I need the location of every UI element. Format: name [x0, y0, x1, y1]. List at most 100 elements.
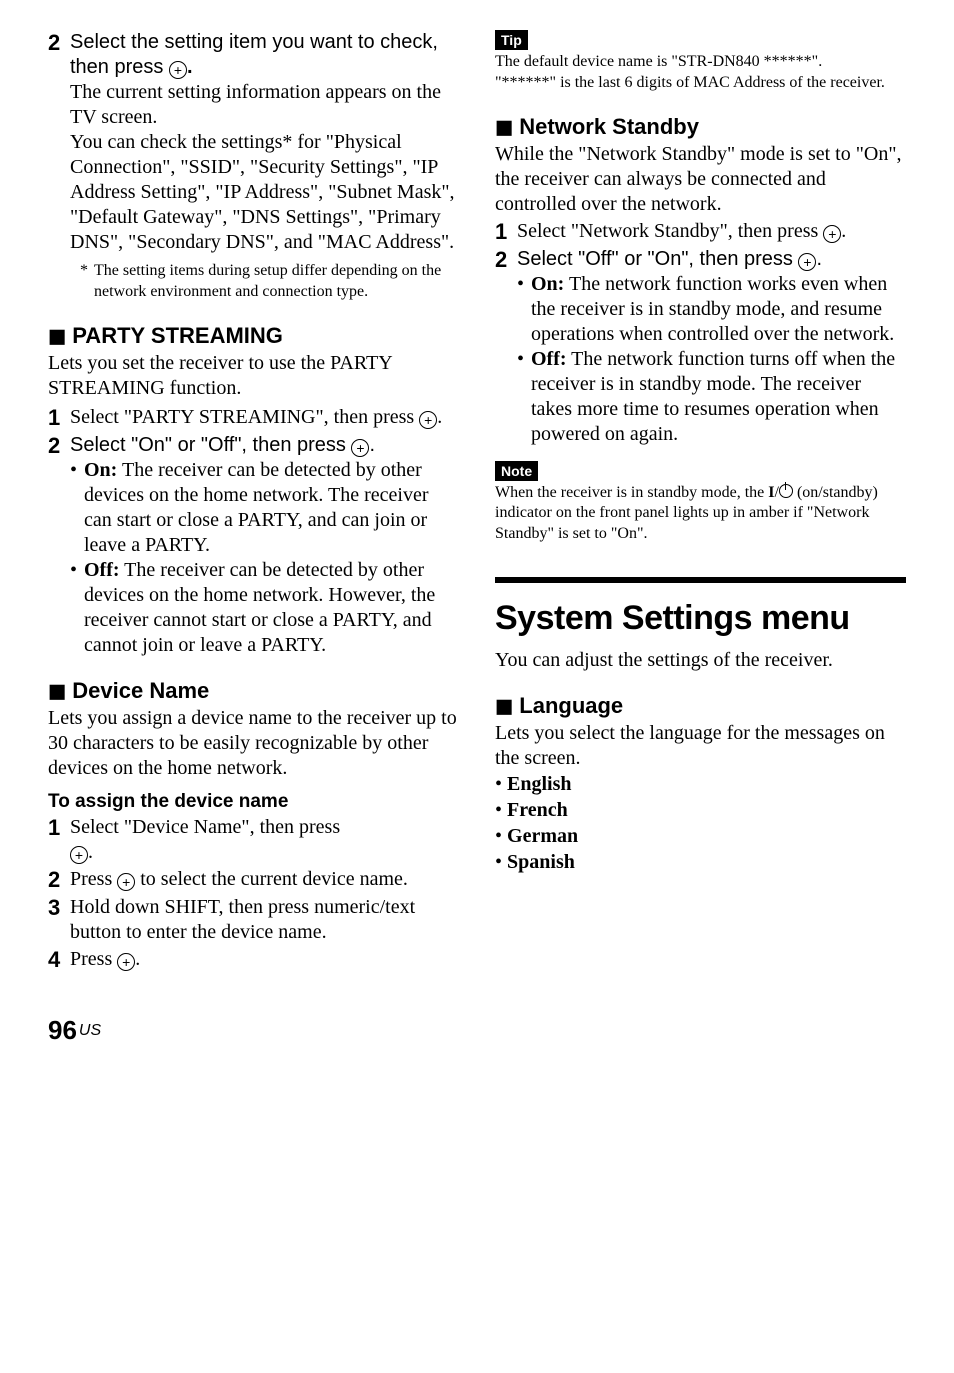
bullet-dot-icon: •: [495, 825, 502, 847]
page: 2 Select the setting item you want to ch…: [0, 0, 954, 1086]
step-number: 1: [48, 405, 70, 431]
language-option: • German: [495, 823, 906, 849]
period: .: [88, 841, 93, 863]
tip-badge: Tip: [495, 30, 528, 50]
party-on-bullet: • On: The receiver can be detected by ot…: [70, 458, 459, 558]
footnote-text: The setting items during setup differ de…: [94, 262, 441, 300]
party-off-bullet: • Off: The receiver can be detected by o…: [70, 558, 459, 658]
on-label: On:: [84, 459, 117, 481]
step-number: 2: [495, 247, 517, 447]
bullet-dot-icon: •: [70, 558, 84, 658]
step-number: 2: [48, 867, 70, 893]
heading-text: Language: [519, 693, 623, 718]
assign-step-1: 1 Select "Device Name", then press +.: [48, 815, 459, 865]
footnote: *The setting items during setup differ d…: [94, 261, 459, 303]
two-column-layout: 2 Select the setting item you want to ch…: [48, 30, 906, 975]
step-lead: Select the setting item you want to chec…: [70, 31, 438, 78]
language-intro: Lets you select the language for the mes…: [495, 721, 906, 771]
off-text: The receiver can be detected by other de…: [84, 559, 435, 656]
power-icon: [779, 484, 793, 498]
language-option: • French: [495, 797, 906, 823]
step-body: Select "PARTY STREAMING", then press +.: [70, 405, 459, 431]
step-period: .: [187, 56, 193, 78]
square-bullet-icon: ◼: [48, 678, 66, 703]
bullet-body: Off: The network function turns off when…: [531, 347, 906, 447]
party-step-2: 2 Select "On" or "Off", then press +. • …: [48, 433, 459, 658]
step-number: 1: [48, 815, 70, 865]
step-2-check-setting: 2 Select the setting item you want to ch…: [48, 30, 459, 303]
enter-icon: +: [70, 846, 88, 864]
step-detail-2: You can check the settings* for "Physica…: [70, 130, 459, 255]
lang-label: English: [507, 773, 571, 795]
language-option: • Spanish: [495, 849, 906, 875]
step-text-a: Press: [70, 868, 117, 890]
network-off-bullet: • Off: The network function turns off wh…: [517, 347, 906, 447]
bullet-body: On: The receiver can be detected by othe…: [84, 458, 459, 558]
bullet-dot-icon: •: [517, 347, 531, 447]
heading-text: Device Name: [72, 678, 209, 703]
step-text: Select "Off" or "On", then press: [517, 248, 798, 270]
step-text: Select "On" or "Off", then press: [70, 434, 351, 456]
step-text-b: to select the current device name.: [135, 868, 408, 890]
note-text: When the receiver is in standby mode, th…: [495, 483, 906, 545]
lang-label: Spanish: [507, 851, 575, 873]
square-bullet-icon: ◼: [495, 693, 513, 718]
page-number: 96US: [48, 1015, 906, 1046]
period: .: [369, 434, 375, 456]
note-badge: Note: [495, 461, 538, 481]
bullet-body: Off: The receiver can be detected by oth…: [84, 558, 459, 658]
square-bullet-icon: ◼: [495, 114, 513, 139]
bullet-dot-icon: •: [495, 773, 502, 795]
step-number: 1: [495, 219, 517, 245]
network-standby-heading: ◼Network Standby: [495, 114, 906, 140]
step-detail-1: The current setting information appears …: [70, 80, 459, 130]
language-heading: ◼Language: [495, 693, 906, 719]
network-on-bullet: • On: The network function works even wh…: [517, 272, 906, 347]
bullet-dot-icon: •: [517, 272, 531, 347]
bullet-dot-icon: •: [495, 851, 502, 873]
step-body: Select "Off" or "On", then press +. • On…: [517, 247, 906, 447]
on-label: On:: [531, 273, 564, 295]
page-number-value: 96: [48, 1015, 77, 1045]
period: .: [437, 406, 442, 428]
period: .: [135, 948, 140, 970]
enter-icon: +: [823, 225, 841, 243]
device-name-heading: ◼Device Name: [48, 678, 459, 704]
step-body: Select "On" or "Off", then press +. • On…: [70, 433, 459, 658]
assign-step-2: 2 Press + to select the current device n…: [48, 867, 459, 893]
assign-heading: To assign the device name: [48, 791, 459, 813]
left-column: 2 Select the setting item you want to ch…: [48, 30, 459, 975]
enter-icon: +: [351, 439, 369, 457]
enter-icon: +: [798, 253, 816, 271]
network-intro: While the "Network Standby" mode is set …: [495, 142, 906, 217]
step-body: Select the setting item you want to chec…: [70, 30, 459, 303]
party-streaming-heading: ◼PARTY STREAMING: [48, 323, 459, 349]
enter-icon: +: [169, 61, 187, 79]
on-text: The network function works even when the…: [531, 273, 894, 345]
off-label: Off:: [531, 348, 567, 370]
device-intro: Lets you assign a device name to the rec…: [48, 706, 459, 781]
lang-label: French: [507, 799, 568, 821]
footnote-asterisk: *: [80, 261, 94, 282]
enter-icon: +: [117, 953, 135, 971]
tip-line-2: "******" is the last 6 digits of MAC Add…: [495, 73, 906, 94]
step-number: 2: [48, 433, 70, 658]
step-number: 4: [48, 947, 70, 973]
period: .: [816, 248, 822, 270]
step-body: Hold down SHIFT, then press numeric/text…: [70, 895, 459, 945]
tip-block: Tip The default device name is "STR-DN84…: [495, 30, 906, 94]
party-step-1: 1 Select "PARTY STREAMING", then press +…: [48, 405, 459, 431]
page-number-suffix: US: [79, 1022, 101, 1039]
heading-text: PARTY STREAMING: [72, 323, 283, 348]
system-settings-intro: You can adjust the settings of the recei…: [495, 648, 906, 673]
step-number: 2: [48, 30, 70, 303]
system-settings-title: System Settings menu: [495, 599, 906, 638]
step-body: Select "Device Name", then press +.: [70, 815, 459, 865]
language-option: • English: [495, 771, 906, 797]
on-text: The receiver can be detected by other de…: [84, 459, 429, 556]
network-step-2: 2 Select "Off" or "On", then press +. • …: [495, 247, 906, 447]
off-label: Off:: [84, 559, 120, 581]
step-body: Press + to select the current device nam…: [70, 867, 459, 893]
enter-icon: +: [419, 411, 437, 429]
bullet-dot-icon: •: [70, 458, 84, 558]
